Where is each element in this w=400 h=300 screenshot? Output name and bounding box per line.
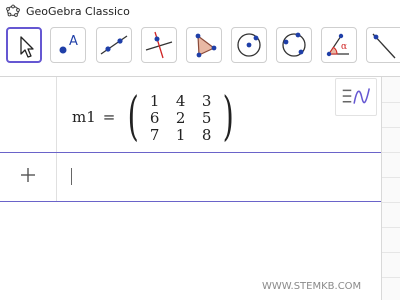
matrix-cell: 4 [175, 91, 186, 110]
algebra-view: m1 = ( 1 4 3 6 2 5 7 1 8 ) [0, 77, 381, 300]
line-tool-button[interactable] [96, 27, 132, 63]
matrix-cell: 1 [175, 125, 186, 144]
angle-label: α [341, 42, 347, 52]
angle-icon: α [326, 33, 349, 57]
matrix-grid: 1 4 3 6 2 5 7 1 8 [142, 91, 220, 144]
circle-three-points-icon [282, 32, 306, 57]
matrix-cell: 6 [149, 108, 160, 127]
perpendicular-line-icon [145, 31, 173, 59]
left-paren: ( [127, 87, 140, 147]
move-arrow-icon [20, 36, 34, 58]
matrix-cell: 3 [201, 91, 212, 110]
title-bar: GeoGebra Classico [0, 0, 400, 22]
matrix-cell: 1 [149, 91, 160, 110]
polygon-tool-button[interactable] [186, 27, 222, 63]
object-name: m1 [72, 108, 96, 126]
point-label: A [69, 34, 78, 49]
point-tool-button[interactable]: A [50, 27, 86, 63]
right-paren: ) [222, 87, 234, 147]
reflect-tool-button[interactable] [366, 27, 400, 63]
app-title: GeoGebra Classico [26, 4, 130, 18]
equals-sign: = [102, 108, 116, 126]
watermark: WWW.STEMKB.COM [262, 281, 362, 292]
matrix-cell: 5 [201, 108, 212, 127]
circle-center-point-icon [237, 33, 261, 57]
algebra-input-row[interactable] [0, 153, 381, 202]
line-icon [100, 35, 128, 55]
point-icon: A [59, 34, 78, 54]
circle-center-tool-button[interactable] [231, 27, 267, 63]
algebra-row[interactable]: m1 = ( 1 4 3 6 2 5 7 1 8 ) [0, 77, 381, 153]
geogebra-logo-icon [6, 4, 20, 17]
perpendicular-tool-button[interactable] [141, 27, 177, 63]
matrix-cell: 8 [201, 125, 212, 144]
input-cursor[interactable] [71, 168, 72, 185]
algebra-style-icon [342, 88, 371, 104]
polygon-icon [195, 33, 217, 58]
add-plus-icon[interactable] [18, 165, 38, 185]
graphics-view-edge[interactable] [381, 77, 400, 300]
matrix-cell: 7 [149, 125, 160, 144]
move-tool-button[interactable] [6, 27, 42, 63]
matrix-expression[interactable]: m1 = ( 1 4 3 6 2 5 7 1 8 ) [72, 87, 238, 147]
angle-tool-button[interactable]: α [321, 27, 357, 63]
toolbar: A α [0, 22, 400, 77]
circle-three-points-tool-button[interactable] [276, 27, 312, 63]
matrix-cell: 2 [175, 108, 186, 127]
reflect-about-line-icon [372, 33, 396, 59]
matrix: ( 1 4 3 6 2 5 7 1 8 ) [123, 87, 238, 147]
style-bar-toggle-button[interactable] [335, 78, 377, 116]
